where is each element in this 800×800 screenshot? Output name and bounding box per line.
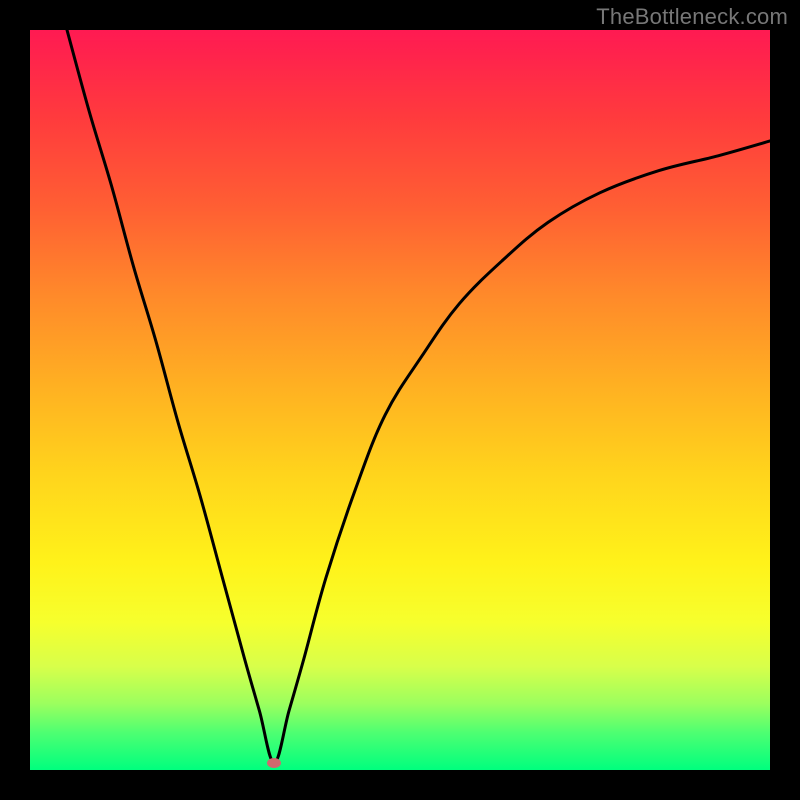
- bottleneck-curve: [67, 30, 770, 763]
- minimum-marker: [267, 758, 281, 768]
- plot-area: [30, 30, 770, 770]
- chart-frame: TheBottleneck.com: [0, 0, 800, 800]
- curve-layer: [30, 30, 770, 770]
- watermark-text: TheBottleneck.com: [596, 4, 788, 30]
